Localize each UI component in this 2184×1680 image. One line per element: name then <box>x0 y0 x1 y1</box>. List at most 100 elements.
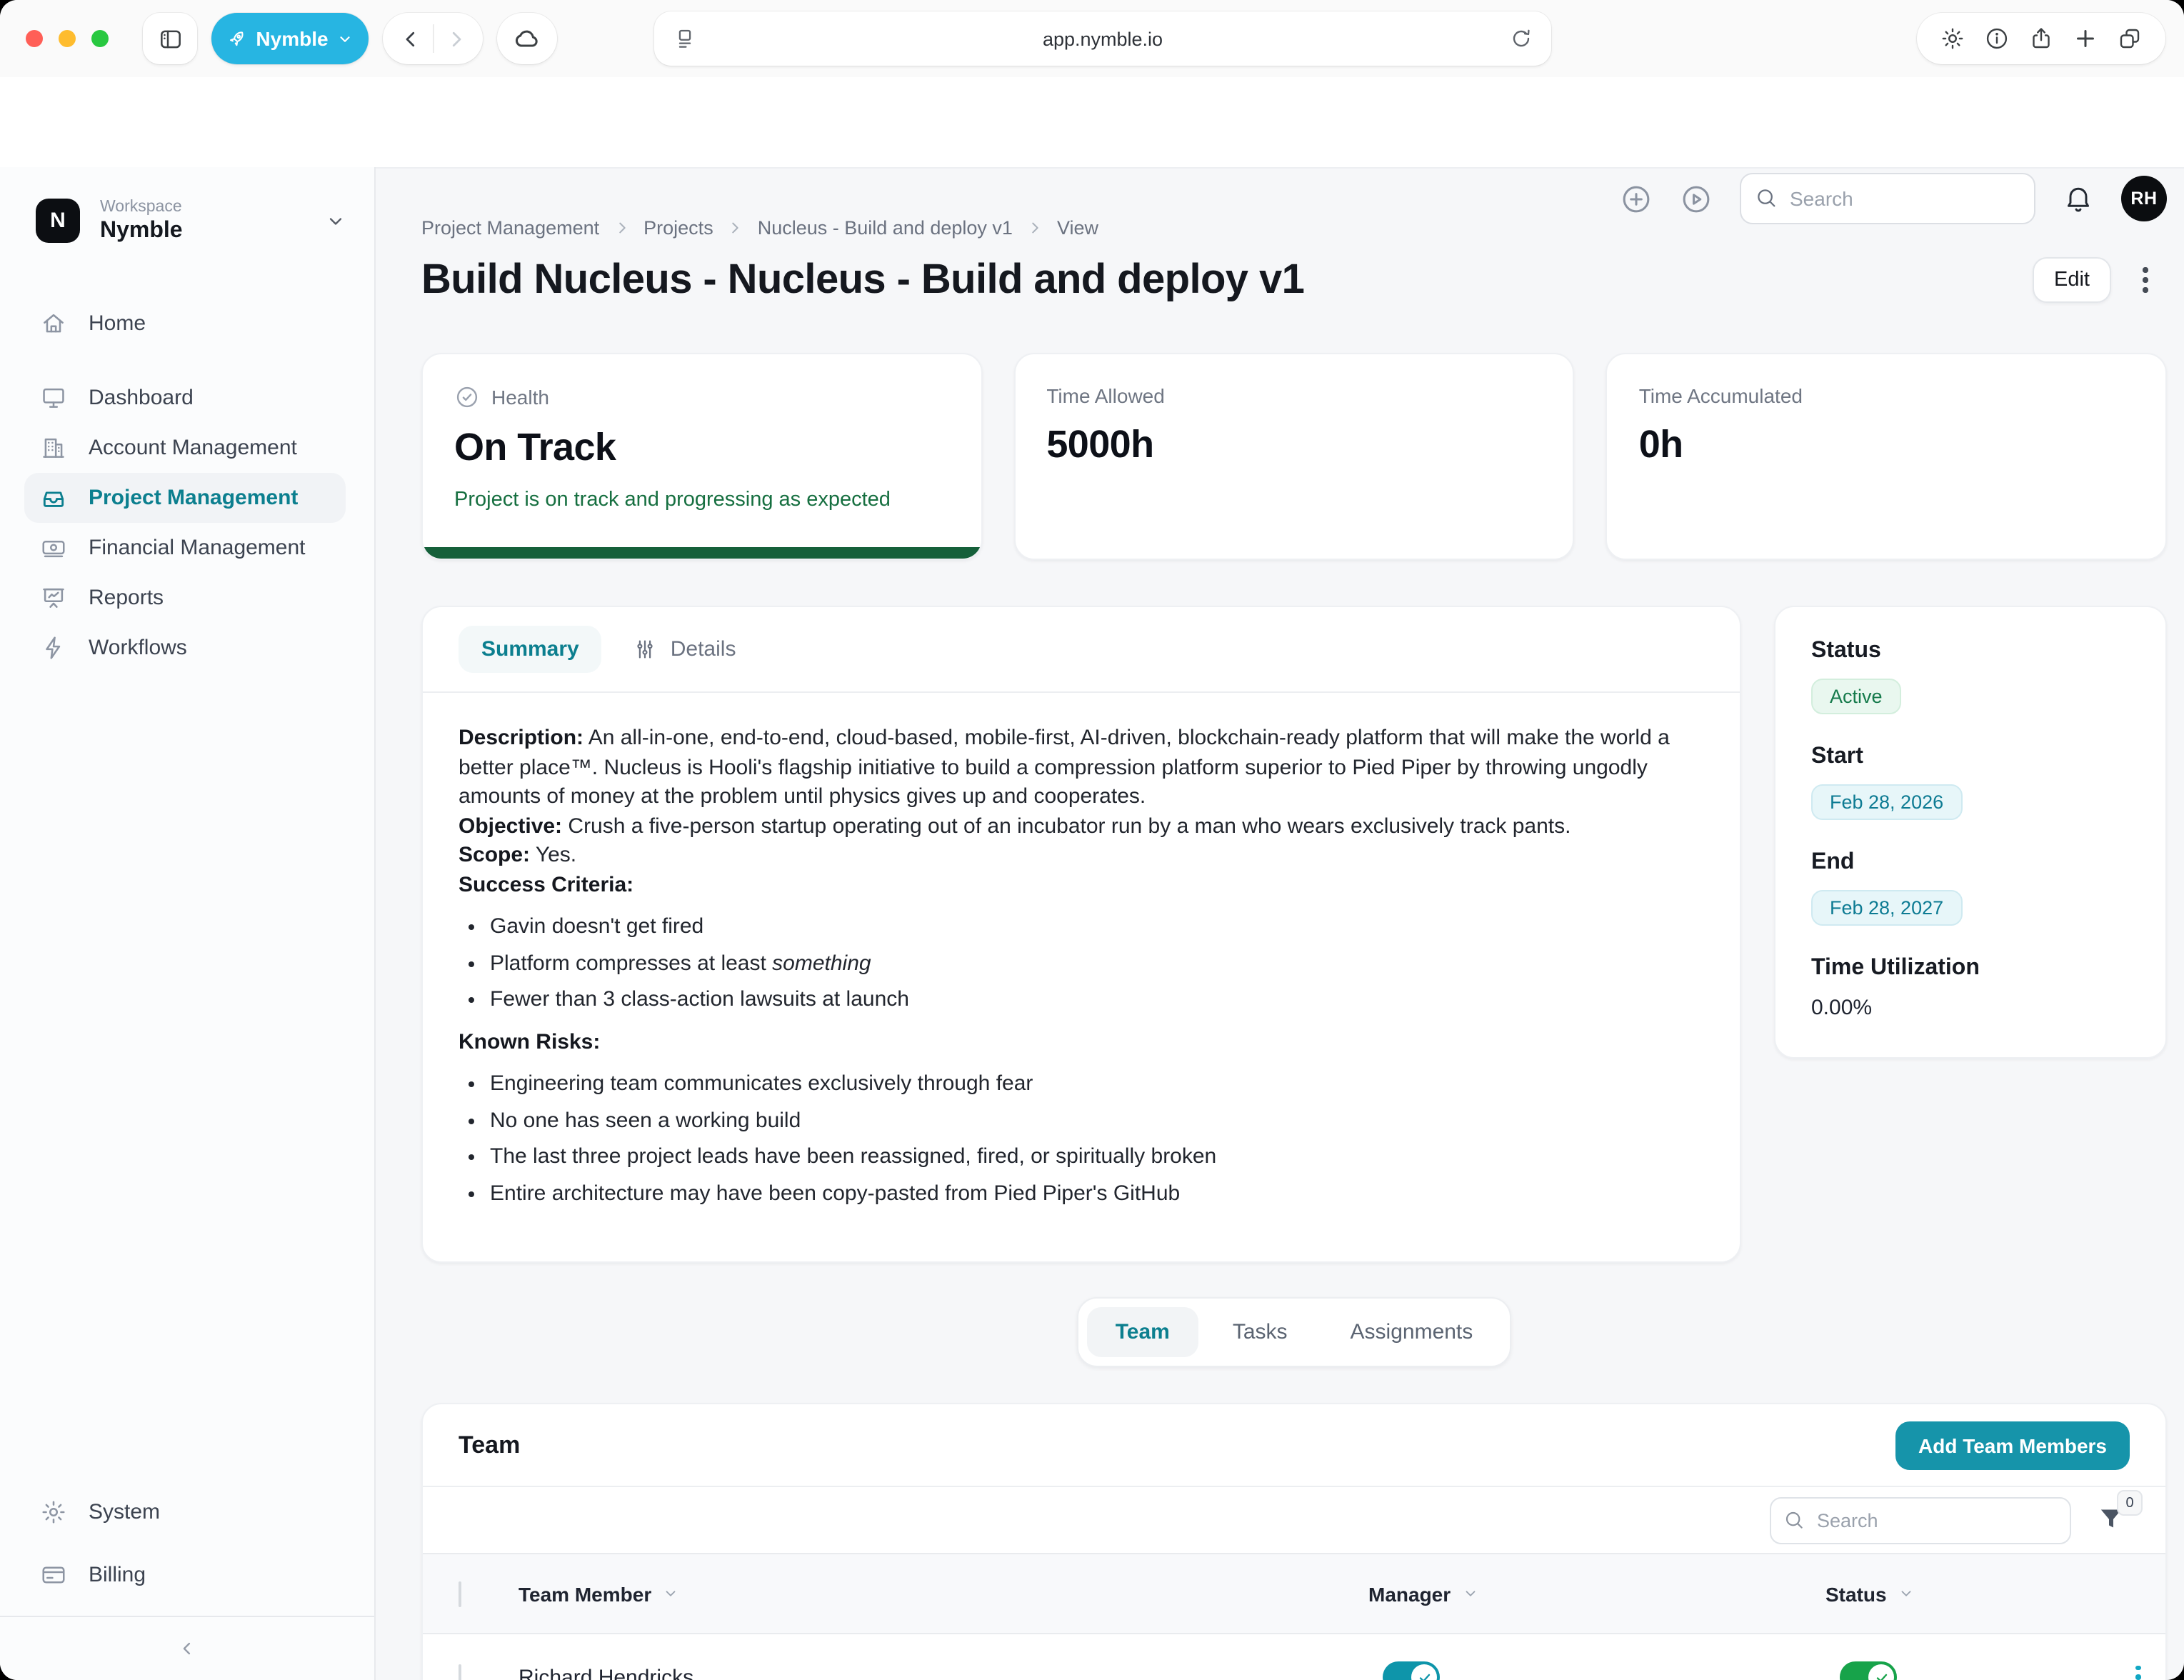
info-icon[interactable] <box>1984 26 2010 51</box>
page-title: Build Nucleus - Nucleus - Build and depl… <box>421 254 2033 306</box>
tab-details-label: Details <box>671 637 736 661</box>
reload-icon[interactable] <box>1510 27 1533 50</box>
health-note: Project is on track and progressing as e… <box>454 489 949 511</box>
rocket-icon <box>224 24 251 52</box>
tab-overview-icon[interactable] <box>2117 26 2143 51</box>
settings-gear-icon[interactable] <box>1940 26 1965 51</box>
chevron-left-icon <box>177 1639 197 1659</box>
workspace-name: Nymble <box>100 217 326 244</box>
sidebar-item-reports[interactable]: Reports <box>24 573 346 623</box>
team-search <box>1770 1496 2071 1544</box>
edit-button[interactable]: Edit <box>2033 257 2111 303</box>
row-more-menu[interactable] <box>2136 1666 2141 1680</box>
share-icon[interactable] <box>2028 26 2054 51</box>
filter-button[interactable]: 0 <box>2097 1504 2128 1536</box>
success-criteria-label: Success Criteria: <box>459 872 633 896</box>
zoom-window-button[interactable] <box>91 30 109 47</box>
add-team-members-button[interactable]: Add Team Members <box>1895 1421 2130 1469</box>
workspace-switcher[interactable]: N Workspace Nymble <box>36 197 346 244</box>
sidebar-item-financial-management[interactable]: Financial Management <box>24 523 346 573</box>
tab-summary[interactable]: Summary <box>459 626 602 673</box>
status-toggle[interactable] <box>1840 1661 1897 1680</box>
credit-card-icon <box>39 1561 67 1589</box>
tab-details[interactable]: Details <box>633 637 736 661</box>
team-heading: Team <box>459 1431 520 1459</box>
sidebar-item-project-management[interactable]: Project Management <box>24 473 346 523</box>
list-item: Gavin doesn't get fired <box>490 913 1704 942</box>
browser-actions-group <box>1917 13 2165 64</box>
known-risks-list: Engineering team communicates exclusivel… <box>459 1070 1704 1209</box>
select-all-checkbox[interactable] <box>459 1581 461 1606</box>
time-allowed-value: 5000h <box>1046 423 1541 467</box>
forward-button[interactable] <box>445 28 466 49</box>
health-progress-bar <box>423 547 981 559</box>
breadcrumb-project-management[interactable]: Project Management <box>421 217 599 239</box>
objective-text: Crush a five-person startup operating ou… <box>568 814 1571 838</box>
close-window-button[interactable] <box>26 30 43 47</box>
address-bar[interactable]: app.nymble.io <box>654 11 1551 66</box>
sidebar: N Workspace Nymble Home Dashboard <box>0 167 376 1680</box>
cloud-icon <box>513 24 541 53</box>
tab-tasks[interactable]: Tasks <box>1204 1307 1316 1357</box>
column-manager[interactable]: Manager <box>1368 1582 1451 1605</box>
sidebar-item-label: Home <box>89 311 146 336</box>
sidebar-item-dashboard[interactable]: Dashboard <box>24 373 346 423</box>
row-checkbox[interactable] <box>459 1664 461 1680</box>
chevron-down-icon <box>1462 1586 1478 1601</box>
scope-label: Scope: <box>459 843 530 867</box>
breadcrumb: Project Management Projects Nucleus - Bu… <box>421 217 2167 239</box>
sidebar-collapse-button[interactable] <box>0 1617 374 1680</box>
search-icon <box>1783 1508 1805 1531</box>
breadcrumb-projects[interactable]: Projects <box>643 217 713 239</box>
browser-profile-label: Nymble <box>256 27 328 50</box>
sidebar-item-workflows[interactable]: Workflows <box>24 623 346 673</box>
filter-count-badge: 0 <box>2117 1490 2143 1516</box>
browser-sidebar-toggle-button[interactable] <box>143 13 197 64</box>
chevron-down-icon <box>1898 1586 1914 1601</box>
browser-profile-pill[interactable]: Nymble <box>211 13 369 64</box>
column-status[interactable]: Status <box>1825 1582 1887 1605</box>
url-text: app.nymble.io <box>1043 28 1163 49</box>
browser-history-nav <box>383 13 483 64</box>
list-item: Platform compresses at least something <box>490 949 1704 979</box>
time-accumulated-label: Time Accumulated <box>1639 384 1803 407</box>
tab-team[interactable]: Team <box>1087 1307 1198 1357</box>
objective-label: Objective: <box>459 814 562 838</box>
breadcrumb-view[interactable]: View <box>1057 217 1098 239</box>
list-item: The last three project leads have been r… <box>490 1143 1704 1172</box>
time-allowed-label: Time Allowed <box>1046 384 1165 407</box>
team-card: Team Add Team Members 0 <box>421 1403 2167 1680</box>
page-more-menu[interactable] <box>2124 268 2167 293</box>
team-search-input[interactable] <box>1770 1496 2071 1544</box>
sliders-icon <box>633 637 658 661</box>
health-card: Health On Track Project is on track and … <box>421 353 982 560</box>
column-team-member[interactable]: Team Member <box>519 1582 651 1605</box>
check-circle-icon <box>454 384 480 410</box>
sidebar-item-billing[interactable]: Billing <box>24 1550 346 1600</box>
time-utilization-label: Time Utilization <box>1811 956 2130 981</box>
table-row[interactable]: Richard Hendricks <box>423 1634 2165 1680</box>
sidebar-item-label: System <box>89 1500 160 1524</box>
sidebar-item-system[interactable]: System <box>24 1487 346 1537</box>
sidebar-item-label: Billing <box>89 1563 146 1587</box>
back-button[interactable] <box>399 28 421 49</box>
sidebar-item-label: Financial Management <box>89 536 306 560</box>
time-allowed-card: Time Allowed 5000h <box>1013 353 1574 560</box>
building-icon <box>39 434 67 461</box>
sidebar-item-label: Account Management <box>89 436 297 460</box>
time-utilization-value: 0.00% <box>1811 996 2130 1020</box>
sidebar-item-home[interactable]: Home <box>24 299 346 349</box>
reader-view-icon[interactable] <box>673 26 697 51</box>
app-window: Nymble app.nymble.io <box>0 0 2184 1680</box>
tab-assignments[interactable]: Assignments <box>1322 1307 1502 1357</box>
icloud-tabs-button[interactable] <box>497 13 557 64</box>
end-date-badge: Feb 28, 2027 <box>1811 890 1962 926</box>
minimize-window-button[interactable] <box>59 30 76 47</box>
browser-toolbar: Nymble app.nymble.io <box>0 0 2184 77</box>
sidebar-item-account-management[interactable]: Account Management <box>24 423 346 473</box>
breadcrumb-nucleus[interactable]: Nucleus - Build and deploy v1 <box>758 217 1013 239</box>
manager-toggle[interactable] <box>1383 1661 1440 1680</box>
chevron-right-icon <box>728 220 743 236</box>
time-accumulated-value: 0h <box>1639 423 2134 467</box>
new-tab-icon[interactable] <box>2073 26 2098 51</box>
